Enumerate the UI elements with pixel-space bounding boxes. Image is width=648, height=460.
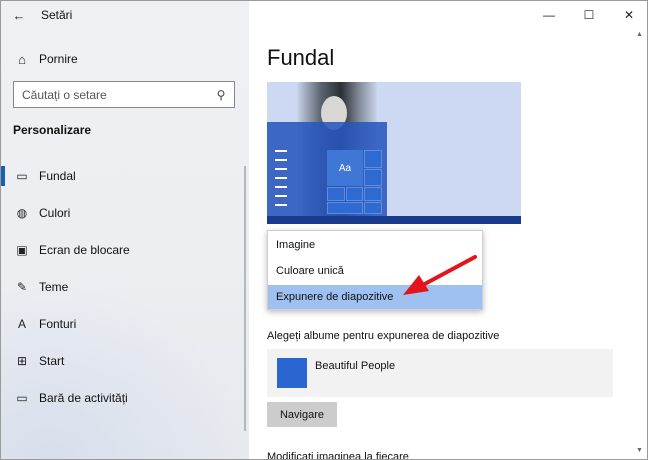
back-arrow-icon[interactable]: ←	[1, 1, 37, 29]
albums-label: Alegeți albume pentru expunerea de diapo…	[267, 330, 500, 342]
preview-tile	[364, 187, 382, 201]
scroll-up-icon[interactable]: ▲	[636, 31, 643, 38]
preview-tile: Aa	[327, 150, 363, 186]
preview-tile	[364, 169, 382, 186]
preview-taskbar	[267, 216, 521, 224]
app-title: Setări	[41, 8, 73, 22]
sidebar-item-label: Teme	[39, 280, 69, 294]
preview-tile	[346, 187, 363, 201]
brush-icon: ✎	[16, 280, 28, 294]
preview-menu-icon	[275, 150, 289, 213]
sidebar-item-fonts[interactable]: A Fonturi	[1, 308, 249, 340]
album-item[interactable]: Beautiful People	[267, 349, 613, 397]
sidebar-item-label: Start	[39, 354, 65, 368]
main-content: — ☐ ✕ Fundal Aa Imagine Culoare unică Ex…	[249, 1, 647, 460]
scroll-down-icon[interactable]: ▼	[636, 447, 643, 454]
preview-tile	[364, 202, 382, 214]
taskbar-icon: ▭	[16, 391, 28, 405]
sidebar-item-label: Fonturi	[39, 317, 77, 331]
picture-icon: ▭	[16, 169, 28, 183]
preview-tile	[364, 150, 382, 168]
sidebar-item-colors[interactable]: ◍ Culori	[1, 197, 249, 229]
sidebar-item-background[interactable]: ▭ Fundal	[1, 160, 249, 192]
browse-button[interactable]: Navigare	[267, 402, 337, 427]
preview-tile	[327, 187, 345, 201]
close-icon[interactable]: ✕	[609, 1, 647, 29]
sidebar-scrollbar[interactable]	[244, 166, 246, 431]
preview-tile	[327, 202, 363, 214]
search-placeholder: Căutați o setare	[22, 87, 107, 102]
sidebar-item-label: Bară de activități	[39, 391, 128, 405]
sidebar-item-label: Pornire	[39, 52, 78, 66]
maximize-icon[interactable]: ☐	[569, 1, 609, 29]
sidebar-item-start[interactable]: ⊞ Start	[1, 345, 249, 377]
sidebar-item-lock-screen[interactable]: ▣ Ecran de blocare	[1, 234, 249, 266]
background-preview: Aa	[267, 82, 521, 224]
sidebar-item-label: Fundal	[39, 169, 76, 183]
search-input[interactable]: Căutați o setare ⚲	[13, 81, 235, 108]
sidebar: ← Setări ⌂ Pornire Căutați o setare ⚲ Pe…	[1, 1, 249, 459]
lock-screen-icon: ▣	[16, 243, 28, 257]
change-interval-label: Modificați imaginea la fiecare	[267, 451, 409, 460]
album-name: Beautiful People	[315, 360, 396, 372]
album-thumbnail	[277, 358, 307, 388]
search-icon[interactable]: ⚲	[208, 88, 234, 102]
palette-icon: ◍	[16, 206, 28, 220]
start-icon: ⊞	[16, 354, 28, 368]
window-controls: — ☐ ✕	[529, 1, 647, 29]
section-title: Personalizare	[13, 123, 92, 137]
home-icon: ⌂	[18, 51, 26, 67]
annotation-arrow-icon	[403, 255, 477, 295]
settings-window: ← Setări ⌂ Pornire Căutați o setare ⚲ Pe…	[0, 0, 648, 460]
sidebar-item-taskbar[interactable]: ▭ Bară de activități	[1, 382, 249, 414]
page-title: Fundal	[267, 45, 335, 70]
minimize-icon[interactable]: —	[529, 1, 569, 29]
font-icon: A	[17, 317, 26, 331]
sidebar-item-label: Ecran de blocare	[39, 243, 130, 257]
sidebar-item-home[interactable]: ⌂ Pornire	[1, 45, 249, 73]
sidebar-item-label: Culori	[39, 206, 71, 220]
title-bar: ← Setări	[1, 1, 249, 29]
sidebar-item-themes[interactable]: ✎ Teme	[1, 271, 249, 303]
